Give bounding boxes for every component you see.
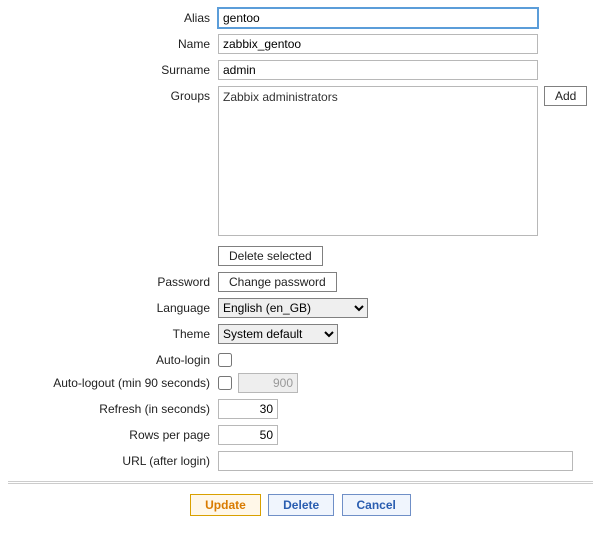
theme-select[interactable]: System default — [218, 324, 338, 344]
footer-actions: Update Delete Cancel — [8, 490, 593, 524]
cancel-button[interactable]: Cancel — [342, 494, 411, 516]
url-input[interactable] — [218, 451, 573, 471]
auto-logout-label: Auto-logout (min 90 seconds) — [8, 373, 218, 390]
auto-logout-checkbox[interactable] — [218, 376, 232, 390]
auto-login-label: Auto-login — [8, 350, 218, 367]
alias-input[interactable] — [218, 8, 538, 28]
separator — [8, 481, 593, 484]
surname-label: Surname — [8, 60, 218, 77]
add-group-button[interactable]: Add — [544, 86, 587, 106]
alias-label: Alias — [8, 8, 218, 25]
update-button[interactable]: Update — [190, 494, 261, 516]
name-label: Name — [8, 34, 218, 51]
list-item[interactable]: Zabbix administrators — [223, 89, 533, 105]
password-label: Password — [8, 272, 218, 289]
language-label: Language — [8, 298, 218, 315]
refresh-label: Refresh (in seconds) — [8, 399, 218, 416]
rows-label: Rows per page — [8, 425, 218, 442]
refresh-input[interactable] — [218, 399, 278, 419]
change-password-button[interactable]: Change password — [218, 272, 337, 292]
language-select[interactable]: English (en_GB) — [218, 298, 368, 318]
groups-label: Groups — [8, 86, 218, 103]
url-label: URL (after login) — [8, 451, 218, 468]
auto-login-checkbox[interactable] — [218, 353, 232, 367]
delete-button[interactable]: Delete — [268, 494, 334, 516]
groups-listbox[interactable]: Zabbix administrators — [218, 86, 538, 236]
rows-input[interactable] — [218, 425, 278, 445]
name-input[interactable] — [218, 34, 538, 54]
delete-selected-button[interactable]: Delete selected — [218, 246, 323, 266]
surname-input[interactable] — [218, 60, 538, 80]
theme-label: Theme — [8, 324, 218, 341]
auto-logout-input — [238, 373, 298, 393]
